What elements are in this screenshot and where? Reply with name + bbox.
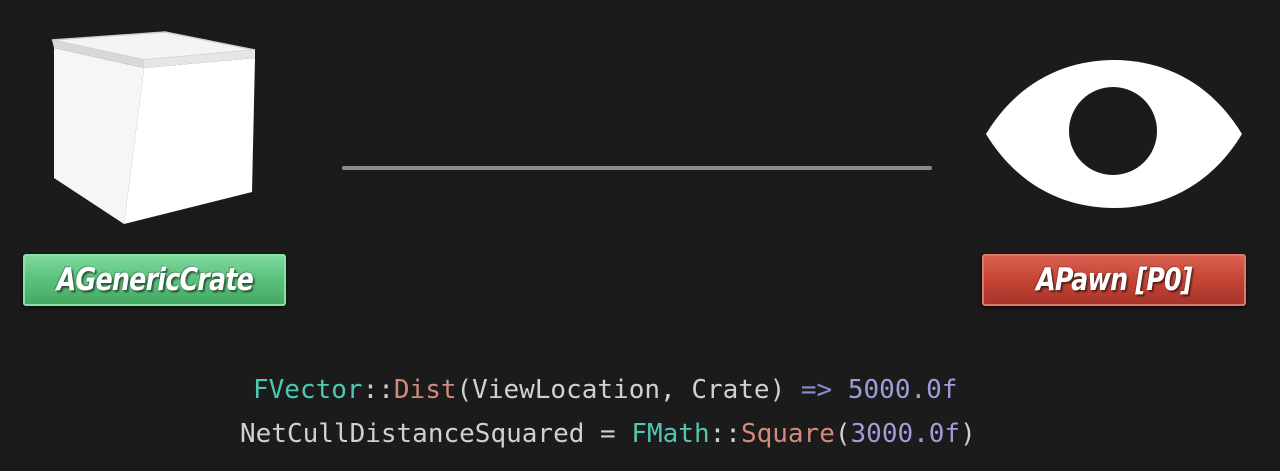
code-token-assign: = [584,419,632,449]
code-token-type: FVector [253,375,363,405]
pawn-label-text: APawn [P0] [1036,262,1192,298]
cube-icon [51,31,256,224]
code-token-function: Square [740,419,835,449]
code-line-distance: FVector::Dist(ViewLocation, Crate) => 50… [253,368,957,412]
code-token-args: (ViewLocation, Crate) [456,375,786,405]
crate-label-text: AGenericCrate [56,262,253,298]
connector-line [342,166,932,170]
eye-icon [986,60,1242,208]
code-token-arrow: => [785,375,848,405]
code-token-result: 5000.0f [847,375,958,405]
code-token-separator: :: [709,419,741,449]
code-token-number: 3000.0f [850,419,961,449]
pawn-label: APawn [P0] [982,254,1246,306]
code-token-function: Dist [393,375,457,405]
code-token-lhs: NetCullDistanceSquared [240,419,585,449]
code-token-separator: :: [362,375,394,405]
code-token-close-paren: ) [960,419,976,449]
crate-label: AGenericCrate [23,254,286,306]
code-token-type: FMath [631,419,710,449]
code-token-open-paren: ( [834,419,851,449]
code-line-cull-distance: NetCullDistanceSquared = FMath::Square(3… [240,412,976,456]
